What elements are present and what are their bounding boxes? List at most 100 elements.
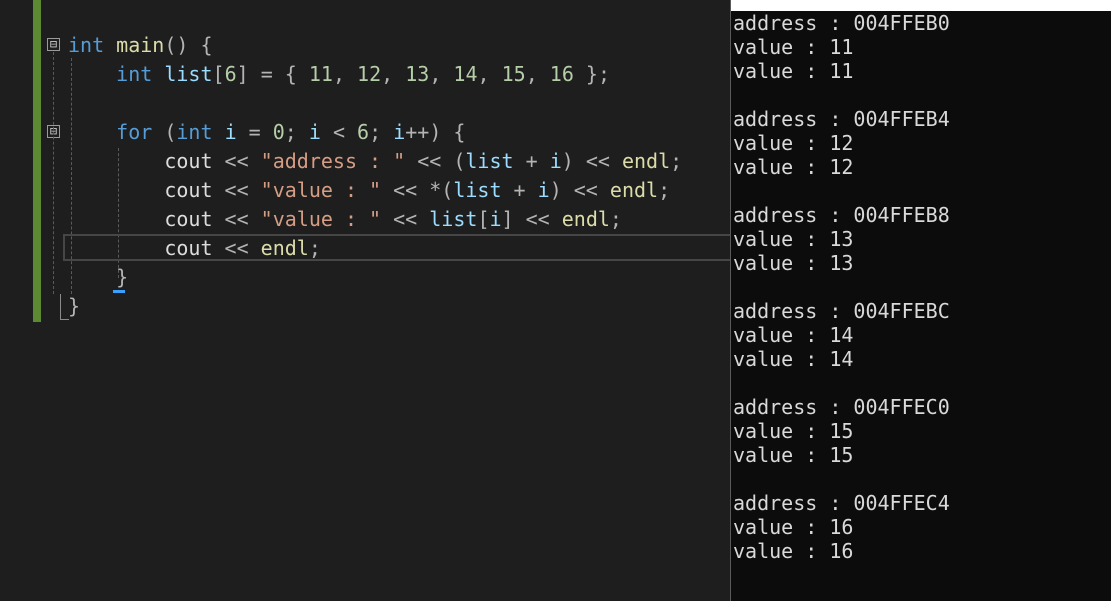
- fold-marker-main: ⊟: [49, 37, 58, 51]
- code-line-2[interactable]: int list[6] = { 11, 12, 13, 14, 15, 16 }…: [68, 60, 610, 89]
- console-output: address : 004FFEB0 value : 11 value : 11…: [733, 11, 950, 563]
- change-indicator-bar: [33, 0, 41, 322]
- code-token: 6: [224, 62, 237, 86]
- code-token: 15: [501, 62, 526, 86]
- code-token: << *(: [381, 178, 454, 202]
- code-token: i: [224, 120, 237, 144]
- output-value: value : 13: [733, 227, 854, 251]
- code-token: main: [116, 33, 165, 57]
- code-token: ,: [332, 62, 358, 86]
- code-token: ;: [670, 149, 683, 173]
- code-token: () {: [164, 33, 213, 57]
- code-token: endl: [609, 178, 659, 202]
- code-token: 13: [405, 62, 430, 86]
- code-token: i: [549, 149, 562, 173]
- output-value: value : 14: [733, 347, 854, 371]
- code-token: [: [212, 62, 225, 86]
- output-value: value : 14: [733, 323, 854, 347]
- output-address: address : 004FFEB0: [733, 11, 950, 35]
- code-token: cout: [164, 236, 213, 260]
- fold-toggle-main-icon[interactable]: ⊟: [47, 38, 60, 51]
- output-address: address : 004FFEBC: [733, 299, 950, 323]
- code-token: int: [116, 62, 153, 86]
- code-token: "value : ": [260, 207, 382, 231]
- code-line-6[interactable]: cout << "value : " << *(list + i) << end…: [68, 176, 670, 205]
- code-token: i: [489, 207, 502, 231]
- code-token: <<: [212, 207, 261, 231]
- output-address: address : 004FFEC4: [733, 491, 950, 515]
- code-token: 14: [453, 62, 478, 86]
- code-token: =: [236, 120, 273, 144]
- output-address: address : 004FFEC0: [733, 395, 950, 419]
- code-token: i: [393, 120, 406, 144]
- code-token: 6: [357, 120, 370, 144]
- code-line-1[interactable]: int main() {: [68, 31, 213, 60]
- output-block: address : 004FFEBC value : 14 value : 14: [733, 299, 950, 395]
- code-token: i: [308, 120, 321, 144]
- code-token: list: [164, 62, 213, 86]
- output-value: value : 13: [733, 251, 854, 275]
- fold-guide-main: [53, 52, 54, 294]
- output-address: address : 004FFEB8: [733, 203, 950, 227]
- code-token: ;: [308, 236, 321, 260]
- code-token: ;: [609, 207, 622, 231]
- code-token: ;: [284, 120, 309, 144]
- code-token: for: [116, 120, 153, 144]
- output-value: value : 12: [733, 155, 854, 179]
- code-token: ;: [369, 120, 394, 144]
- code-token: ] = {: [236, 62, 309, 86]
- code-token: cout: [164, 207, 213, 231]
- output-blank-line: [733, 371, 950, 395]
- code-line-7[interactable]: cout << "value : " << list[i] << endl;: [68, 205, 622, 234]
- code-token: endl: [561, 207, 610, 231]
- code-token: }: [68, 294, 81, 318]
- code-token: <<: [212, 178, 261, 202]
- code-token: 11: [308, 62, 333, 86]
- code-token: ;: [658, 178, 671, 202]
- code-token: i: [537, 178, 550, 202]
- code-line-10[interactable]: }: [68, 292, 80, 321]
- code-token: }: [116, 265, 129, 289]
- code-line-9[interactable]: }: [68, 263, 128, 292]
- output-address: address : 004FFEB4: [733, 107, 950, 131]
- code-line-5[interactable]: cout << "address : " << (list + i) << en…: [68, 147, 682, 176]
- output-block: address : 004FFEB8 value : 13 value : 13: [733, 203, 950, 299]
- output-blank-line: [733, 179, 950, 203]
- code-token: <: [320, 120, 358, 144]
- code-token: [: [477, 207, 490, 231]
- code-token: ,: [525, 62, 550, 86]
- code-token: endl: [621, 149, 671, 173]
- code-token: int: [68, 33, 105, 57]
- code-token: list: [429, 207, 478, 231]
- output-block: address : 004FFEC0 value : 15 value : 15: [733, 395, 950, 491]
- output-blank-line: [733, 275, 950, 299]
- console-title-strip: [731, 0, 1111, 11]
- output-value: value : 16: [733, 515, 854, 539]
- output-value: value : 11: [733, 59, 854, 83]
- code-editor[interactable]: ⊟ ⊟ int main() { int list[6] = { 11, 12,…: [0, 0, 730, 601]
- code-token: ) <<: [561, 149, 622, 173]
- code-line-8[interactable]: cout << endl;: [68, 234, 321, 263]
- code-token: endl: [260, 236, 309, 260]
- code-token: <<: [212, 149, 261, 173]
- code-token: list: [465, 149, 514, 173]
- output-value: value : 11: [733, 35, 854, 59]
- brace-match-underline: [113, 290, 125, 293]
- code-token: 0: [272, 120, 285, 144]
- code-token: 12: [357, 62, 382, 86]
- output-block: address : 004FFEB4 value : 12 value : 12: [733, 107, 950, 203]
- console-window[interactable]: address : 004FFEB0 value : 11 value : 11…: [730, 0, 1111, 601]
- code-token: "address : ": [260, 149, 406, 173]
- output-blank-line: [733, 83, 950, 107]
- code-line-4[interactable]: for (int i = 0; i < 6; i++) {: [68, 118, 465, 147]
- code-token: cout: [164, 178, 213, 202]
